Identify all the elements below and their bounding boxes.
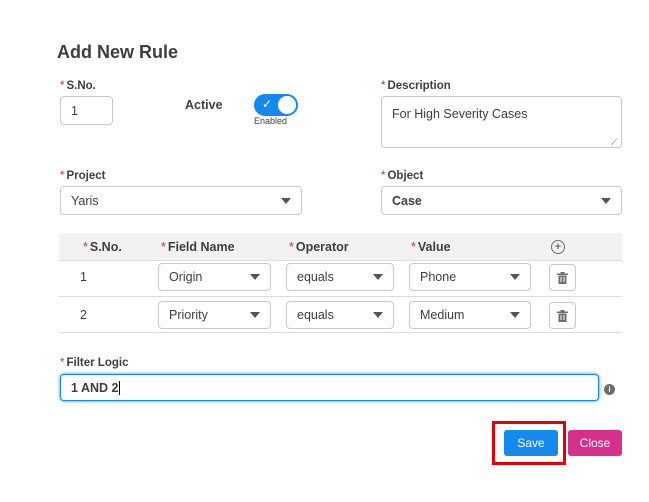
header-value-text: Value: [417, 240, 451, 254]
chevron-down-icon: [510, 274, 520, 280]
description-textarea[interactable]: For High Severity Cases: [381, 96, 622, 148]
row2-sno: 2: [80, 308, 87, 322]
object-value: Case: [392, 193, 422, 208]
row1-value-value: Phone: [420, 270, 457, 284]
sno-label-text: S.No.: [66, 80, 96, 92]
required-marker: *: [60, 170, 65, 182]
row1-operator-select[interactable]: equals: [286, 263, 394, 291]
required-marker: *: [83, 240, 88, 254]
toggle-knob: [278, 96, 296, 114]
chevron-down-icon: [250, 274, 260, 280]
row2-field-select[interactable]: Priority: [158, 301, 271, 329]
row1-operator-value: equals: [297, 270, 334, 284]
required-marker: *: [381, 80, 386, 92]
check-icon: ✓: [262, 97, 273, 111]
filter-logic-value: 1 AND 2: [71, 380, 119, 395]
row1-value-select[interactable]: Phone: [409, 263, 531, 291]
row2-operator-value: equals: [297, 308, 334, 322]
chevron-down-icon: [510, 312, 520, 318]
description-label-text: Description: [387, 80, 451, 92]
row2-value-select[interactable]: Medium: [409, 301, 531, 329]
description-value: For High Severity Cases: [392, 107, 528, 121]
required-marker: *: [381, 170, 386, 182]
sno-input-value: 1: [71, 103, 78, 118]
row1-sno: 1: [80, 270, 87, 284]
info-icon[interactable]: i: [604, 384, 615, 395]
row1-delete-button[interactable]: [549, 264, 576, 291]
required-marker: *: [411, 240, 416, 254]
header-sno: * S.No.: [83, 240, 122, 254]
project-label: * Project: [60, 170, 105, 182]
active-state-text: Enabled: [254, 116, 288, 126]
project-value: Yaris: [71, 193, 99, 208]
filter-logic-label-text: Filter Logic: [66, 357, 129, 369]
chevron-down-icon: [601, 197, 611, 204]
filter-logic-input[interactable]: 1 AND 2: [60, 374, 599, 401]
header-field-text: Field Name: [167, 240, 235, 254]
required-marker: *: [60, 80, 65, 92]
filter-logic-label: * Filter Logic: [60, 357, 128, 369]
row2-value-value: Medium: [420, 308, 465, 322]
row2-field-value: Priority: [169, 308, 208, 322]
active-toggle[interactable]: ✓: [254, 94, 298, 116]
chevron-down-icon: [281, 197, 291, 204]
sno-input[interactable]: 1: [60, 96, 113, 125]
header-value: * Value: [411, 240, 451, 254]
header-sno-text: S.No.: [89, 240, 122, 254]
header-field-name: * Field Name: [161, 240, 235, 254]
row2-delete-button[interactable]: [549, 302, 576, 329]
close-button[interactable]: Close: [568, 430, 622, 456]
header-operator: * Operator: [289, 240, 349, 254]
add-row-icon[interactable]: +: [551, 240, 565, 254]
required-marker: *: [161, 240, 166, 254]
text-cursor: [119, 380, 121, 395]
row1-field-value: Origin: [169, 270, 203, 284]
object-select[interactable]: Case: [381, 186, 622, 215]
row-divider: [59, 332, 622, 333]
active-label: Active: [185, 98, 223, 112]
save-button-highlight: [492, 421, 566, 465]
required-marker: *: [289, 240, 294, 254]
header-operator-text: Operator: [295, 240, 349, 254]
chevron-down-icon: [373, 274, 383, 280]
chevron-down-icon: [373, 312, 383, 318]
row1-field-select[interactable]: Origin: [158, 263, 271, 291]
trash-icon: [557, 309, 568, 322]
required-marker: *: [60, 357, 65, 369]
dialog-title: Add New Rule: [57, 42, 179, 62]
trash-icon: [557, 271, 568, 284]
description-label: * Description: [381, 80, 451, 92]
chevron-down-icon: [250, 312, 260, 318]
row-divider: [59, 296, 622, 297]
object-label: * Object: [381, 170, 423, 182]
resize-handle-icon[interactable]: ⟋: [611, 137, 617, 148]
project-select[interactable]: Yaris: [60, 186, 302, 215]
sno-label: * S.No.: [60, 80, 96, 92]
object-label-text: Object: [387, 170, 424, 182]
row2-operator-select[interactable]: equals: [286, 301, 394, 329]
project-label-text: Project: [66, 170, 106, 182]
